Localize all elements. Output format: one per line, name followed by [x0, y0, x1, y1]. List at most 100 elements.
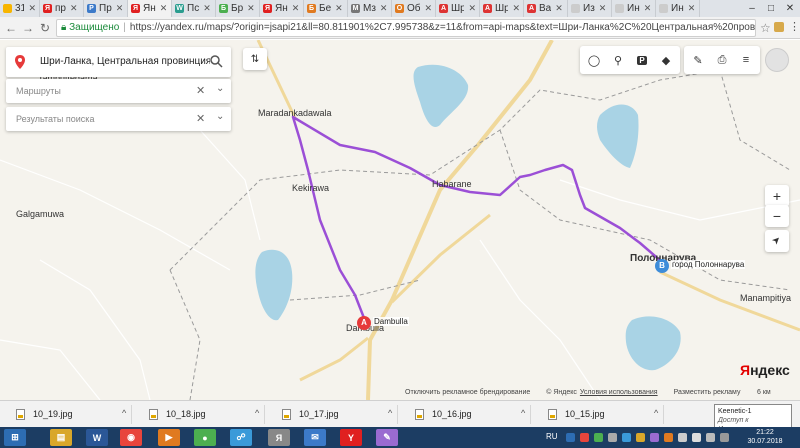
- maximize-button[interactable]: □: [761, 0, 781, 17]
- browser-tab[interactable]: Я Ян ✕: [260, 0, 304, 17]
- tray-app-icon[interactable]: [566, 433, 575, 442]
- browser-tab[interactable]: Б Бр ✕: [216, 0, 260, 17]
- advertise-link[interactable]: Разместить рекламу: [674, 389, 741, 396]
- parking-button[interactable]: P: [632, 50, 652, 70]
- volume-icon[interactable]: [692, 433, 701, 442]
- minimize-button[interactable]: –: [742, 0, 762, 17]
- tray-app-icon[interactable]: [650, 433, 659, 442]
- taskbar-start-icon[interactable]: ⊞: [4, 429, 26, 446]
- route-start-marker[interactable]: A: [357, 316, 371, 330]
- taskbar-explorer-icon[interactable]: ▤: [50, 429, 72, 446]
- taskbar-mail-icon[interactable]: ✉: [304, 429, 326, 446]
- browser-tab[interactable]: М Мз ✕: [348, 0, 392, 17]
- browser-tab[interactable]: A Шр ✕: [436, 0, 480, 17]
- download-item[interactable]: 10_15.jpg ^: [536, 405, 664, 424]
- reload-button[interactable]: ↻: [37, 20, 53, 36]
- browser-tab[interactable]: Япр ✕: [40, 0, 84, 17]
- zoom-out-button[interactable]: −: [765, 205, 789, 227]
- browser-tab[interactable]: Из ✕: [568, 0, 612, 17]
- tab-close-icon[interactable]: ✕: [203, 3, 211, 14]
- layers-button[interactable]: ◆: [656, 50, 676, 70]
- user-avatar[interactable]: [765, 48, 789, 72]
- browser-tab[interactable]: Я Ян ✕: [128, 0, 172, 17]
- taskbar-word-icon[interactable]: W: [86, 429, 108, 446]
- tab-close-icon[interactable]: ✕: [28, 3, 36, 14]
- tab-close-icon[interactable]: ✕: [70, 3, 78, 14]
- tab-close-icon[interactable]: ✕: [468, 3, 476, 14]
- tab-close-icon[interactable]: ✕: [424, 3, 432, 14]
- routes-dropdown[interactable]: Маршруты ✕ ⌄: [6, 79, 231, 103]
- tab-close-icon[interactable]: ✕: [512, 3, 520, 14]
- download-item[interactable]: 10_19.jpg ^: [4, 405, 132, 424]
- menu-button[interactable]: ≡: [736, 50, 756, 70]
- ad-disable-link[interactable]: Отключить рекламное брендирование: [405, 389, 530, 396]
- flag-icon[interactable]: [706, 433, 715, 442]
- taskbar-app-icon[interactable]: ●: [194, 429, 216, 446]
- tab-close-icon[interactable]: ✕: [160, 3, 168, 14]
- taskbar-yabrowser-icon[interactable]: Y: [340, 429, 362, 446]
- tray-app-icon[interactable]: [664, 433, 673, 442]
- results-chevron-icon[interactable]: ⌄: [216, 111, 224, 122]
- download-menu-chevron-icon[interactable]: ^: [255, 404, 259, 423]
- search-input[interactable]: Шри-Ланка, Центральная провинция, Dami: [40, 56, 210, 67]
- search-box[interactable]: Шри-Ланка, Центральная провинция, Dami: [6, 47, 231, 77]
- forward-button[interactable]: →: [20, 20, 36, 36]
- taskbar-paint-icon[interactable]: ✎: [376, 429, 398, 446]
- url-input[interactable]: 🔒︎ Защищено | https://yandex.ru/maps/?orig…: [56, 19, 756, 37]
- download-item[interactable]: 10_16.jpg ^: [403, 405, 531, 424]
- browser-tab[interactable]: W Пс ✕: [172, 0, 216, 17]
- routes-chevron-icon[interactable]: ⌄: [216, 83, 224, 94]
- browser-tab[interactable]: Р Пр ✕: [84, 0, 128, 17]
- tray-app-icon[interactable]: [580, 433, 589, 442]
- browser-tab[interactable]: 31 ✕: [0, 0, 40, 17]
- tab-close-icon[interactable]: ✕: [380, 3, 388, 14]
- routes-clear-icon[interactable]: ✕: [196, 84, 205, 97]
- tab-close-icon[interactable]: ✕: [555, 3, 563, 14]
- browser-tab[interactable]: Ин ✕: [656, 0, 700, 17]
- tab-close-icon[interactable]: ✕: [644, 3, 652, 14]
- taskbar-media-icon[interactable]: ▶: [158, 429, 180, 446]
- panorama-button[interactable]: ⚲: [608, 50, 628, 70]
- taskbar-network-icon[interactable]: ☍: [230, 429, 252, 446]
- tray-app-icon[interactable]: [594, 433, 603, 442]
- battery-icon[interactable]: [720, 433, 729, 442]
- bookmark-star-icon[interactable]: ☆: [760, 21, 771, 35]
- tray-app-icon[interactable]: [622, 433, 631, 442]
- tab-close-icon[interactable]: ✕: [688, 3, 696, 14]
- tab-close-icon[interactable]: ✕: [116, 3, 124, 14]
- route-end-marker[interactable]: B: [655, 259, 669, 273]
- close-window-button[interactable]: ✕: [780, 0, 800, 17]
- download-menu-chevron-icon[interactable]: ^: [654, 404, 658, 423]
- route-swap-button[interactable]: ⇅: [243, 48, 267, 70]
- tab-close-icon[interactable]: ✕: [292, 3, 300, 14]
- download-menu-chevron-icon[interactable]: ^: [521, 404, 525, 423]
- search-icon[interactable]: [209, 54, 223, 68]
- taskbar-yandex-icon[interactable]: Я: [268, 429, 290, 446]
- tab-close-icon[interactable]: ✕: [599, 3, 607, 14]
- browser-tab[interactable]: Ин ✕: [612, 0, 656, 17]
- results-clear-icon[interactable]: ✕: [196, 112, 205, 125]
- tab-close-icon[interactable]: ✕: [335, 3, 343, 14]
- ruler-button[interactable]: ✎: [688, 50, 708, 70]
- language-indicator[interactable]: RU: [546, 432, 558, 441]
- zoom-in-button[interactable]: +: [765, 185, 789, 207]
- download-item[interactable]: 10_18.jpg ^: [137, 405, 265, 424]
- download-menu-chevron-icon[interactable]: ^: [388, 404, 392, 423]
- clock[interactable]: 21:22 30.07.2018: [735, 428, 795, 446]
- download-menu-chevron-icon[interactable]: ^: [122, 404, 126, 423]
- back-button[interactable]: ←: [3, 20, 19, 36]
- network-icon[interactable]: [678, 433, 687, 442]
- extension-icon[interactable]: [774, 22, 784, 32]
- taskbar-chrome-icon[interactable]: ◉: [120, 429, 142, 446]
- menu-dots-icon[interactable]: ⋮: [789, 20, 800, 33]
- download-item[interactable]: 10_17.jpg ^: [270, 405, 398, 424]
- browser-tab[interactable]: О Об ✕: [392, 0, 436, 17]
- tray-app-icon[interactable]: [636, 433, 645, 442]
- browser-tab[interactable]: Б Бе ✕: [304, 0, 348, 17]
- tray-app-icon[interactable]: [608, 433, 617, 442]
- browser-tab[interactable]: A Шр ✕: [480, 0, 524, 17]
- browser-tab[interactable]: A Ва ✕: [524, 0, 568, 17]
- results-dropdown[interactable]: Результаты поиска ✕ ⌄: [6, 107, 231, 131]
- tab-close-icon[interactable]: ✕: [247, 3, 255, 14]
- traffic-button[interactable]: ◯: [584, 50, 604, 70]
